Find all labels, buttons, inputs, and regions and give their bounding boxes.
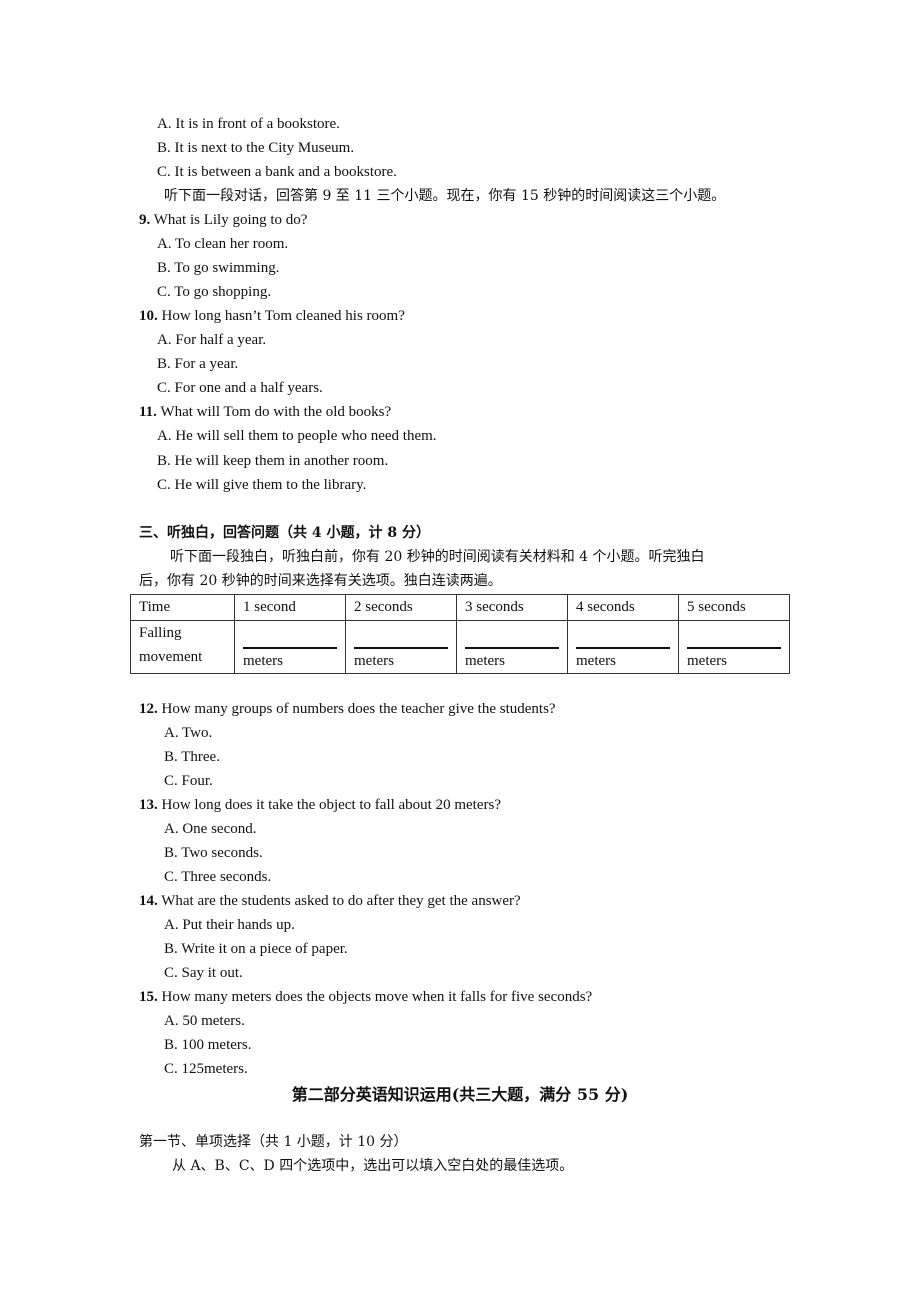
q11-option-a: A. He will sell them to people who need …	[157, 428, 437, 444]
answer-blank[interactable]	[687, 647, 781, 649]
q12-option-c: C. Four.	[164, 773, 213, 789]
q13-option-a: A. One second.	[164, 821, 257, 837]
question-number: 14.	[139, 893, 158, 909]
unit-label: meters	[576, 653, 616, 669]
question-text: What will Tom do with the old books?	[160, 404, 392, 420]
question-text: How long does it take the object to fall…	[161, 797, 502, 813]
table-header-col-5: 5 seconds	[678, 594, 790, 621]
falling-movement-table: Time 1 second 2 seconds 3 seconds 4 seco…	[130, 594, 790, 674]
part2-title: 第二部分英语知识运用(共三大题，满分 55 分)	[291, 1085, 629, 1104]
table-cell-1s: meters	[234, 620, 346, 674]
table-header-col-3: 3 seconds	[456, 594, 568, 621]
question-text: How many meters does the objects move wh…	[161, 989, 593, 1005]
section3-instruction-line1: 听下面一段独白，听独白前，你有 20 秒钟的时间阅读有关材料和 4 个小题。听完…	[170, 549, 705, 565]
answer-blank[interactable]	[465, 647, 559, 649]
row-label-line1: Falling	[139, 625, 182, 641]
unit-label: meters	[465, 653, 505, 669]
table-header-time: Time	[130, 594, 235, 621]
question-text: What are the students asked to do after …	[161, 893, 521, 909]
table-row-label: Falling movement	[130, 620, 235, 674]
part2-section1-heading: 第一节、单项选择（共 1 小题，计 10 分）	[139, 1134, 408, 1150]
q13-option-c: C. Three seconds.	[164, 869, 272, 885]
table-header-row: Time 1 second 2 seconds 3 seconds 4 seco…	[130, 594, 790, 621]
question-text: How many groups of numbers does the teac…	[161, 701, 556, 717]
question-text: What is Lily going to do?	[153, 212, 308, 228]
question-15: 15. How many meters does the objects mov…	[139, 987, 592, 1007]
table-row-falling-movement: Falling movement meters meters meters me…	[130, 620, 790, 674]
question-11: 11. What will Tom do with the old books?	[139, 402, 391, 422]
section3-instruction-line2: 后，你有 20 秒钟的时间来选择有关选项。独白连读两遍。	[139, 573, 502, 589]
q8-option-a: A. It is in front of a bookstore.	[157, 116, 340, 132]
unit-label: meters	[687, 653, 727, 669]
q9-option-b: B. To go swimming.	[157, 260, 280, 276]
q10-option-a: A. For half a year.	[157, 332, 267, 348]
question-number: 15.	[139, 989, 158, 1005]
q10-option-c: C. For one and a half years.	[157, 380, 323, 396]
row-label-line2: movement	[139, 649, 203, 665]
question-number: 13.	[139, 797, 158, 813]
q8-option-c: C. It is between a bank and a bookstore.	[157, 164, 397, 180]
question-9: 9. What is Lily going to do?	[139, 210, 307, 230]
q8-option-b: B. It is next to the City Museum.	[157, 140, 355, 156]
question-10: 10. How long hasn’t Tom cleaned his room…	[139, 306, 405, 326]
table-cell-3s: meters	[456, 620, 568, 674]
table-cell-2s: meters	[345, 620, 457, 674]
q14-option-a: A. Put their hands up.	[164, 917, 295, 933]
q12-option-b: B. Three.	[164, 749, 220, 765]
question-13: 13. How long does it take the object to …	[139, 795, 501, 815]
unit-label: meters	[354, 653, 394, 669]
question-number: 12.	[139, 701, 158, 717]
q10-option-b: B. For a year.	[157, 356, 239, 372]
table-cell-5s: meters	[678, 620, 790, 674]
q11-option-c: C. He will give them to the library.	[157, 477, 367, 493]
question-number: 9.	[139, 212, 151, 228]
q11-option-b: B. He will keep them in another room.	[157, 453, 389, 469]
q9-option-a: A. To clean her room.	[157, 236, 289, 252]
question-14: 14. What are the students asked to do af…	[139, 891, 521, 911]
q9-option-c: C. To go shopping.	[157, 284, 272, 300]
answer-blank[interactable]	[243, 647, 337, 649]
table-header-col-2: 2 seconds	[345, 594, 457, 621]
question-text: How long hasn’t Tom cleaned his room?	[161, 308, 405, 324]
q14-option-c: C. Say it out.	[164, 965, 243, 981]
table-header-col-4: 4 seconds	[567, 594, 679, 621]
part2-section1-instruction: 从 A、B、C、D 四个选项中，选出可以填入空白处的最佳选项。	[172, 1158, 574, 1174]
q15-option-a: A. 50 meters.	[164, 1013, 245, 1029]
q13-option-b: B. Two seconds.	[164, 845, 263, 861]
question-number: 11.	[139, 404, 157, 420]
question-12: 12. How many groups of numbers does the …	[139, 699, 556, 719]
q15-option-c: C. 125meters.	[164, 1061, 248, 1077]
answer-blank[interactable]	[576, 647, 670, 649]
table-header-col-1: 1 second	[234, 594, 346, 621]
dialogue-instruction: 听下面一段对话，回答第 9 至 11 三个小题。现在，你有 15 秒钟的时间阅读…	[164, 188, 726, 204]
q12-option-a: A. Two.	[164, 725, 213, 741]
unit-label: meters	[243, 653, 283, 669]
table-cell-4s: meters	[567, 620, 679, 674]
answer-blank[interactable]	[354, 647, 448, 649]
section3-heading: 三、听独白，回答问题（共 4 小题，计 8 分）	[139, 525, 430, 541]
question-number: 10.	[139, 308, 158, 324]
q14-option-b: B. Write it on a piece of paper.	[164, 941, 348, 957]
q15-option-b: B. 100 meters.	[164, 1037, 252, 1053]
